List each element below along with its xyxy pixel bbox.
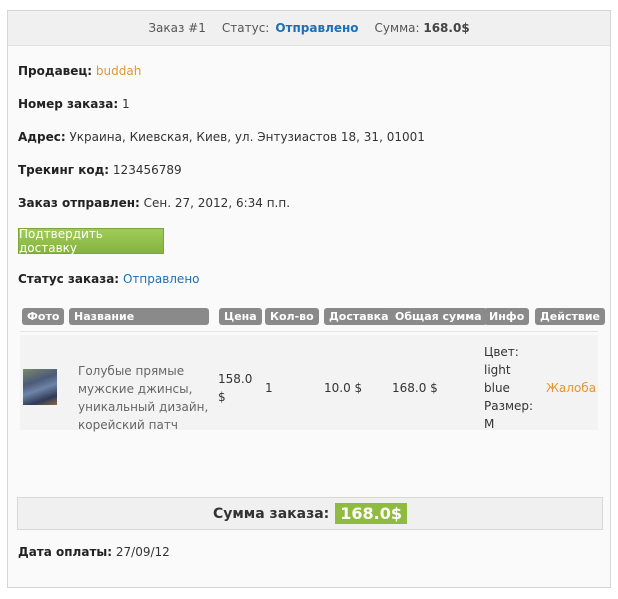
order-number-row: Номер заказа: 1 bbox=[18, 97, 130, 111]
order-status-value: Отправлено bbox=[122, 272, 200, 286]
payment-value: 27/09/12 bbox=[115, 545, 170, 559]
order-status-row: Статус заказа: Отправлено bbox=[18, 272, 200, 286]
product-delivery: 10.0 $ bbox=[324, 381, 363, 395]
col-total: Общая сумма bbox=[390, 308, 487, 325]
address-value: Украина, Киевская, Киев, ул. Энтузиастов… bbox=[69, 130, 425, 144]
order-sum-value: 168.0$ bbox=[335, 503, 408, 524]
sent-value: Сен. 27, 2012, 6:34 п.п. bbox=[143, 196, 291, 210]
status-value: Отправлено bbox=[275, 21, 359, 35]
product-total: 168.0 $ bbox=[392, 381, 438, 395]
order-header: Заказ #1 Статус: Отправлено Сумма: 168.0… bbox=[8, 11, 610, 46]
col-qty: Кол-во bbox=[265, 308, 319, 325]
col-info: Инфо bbox=[484, 308, 530, 325]
tracking-row: Трекинг код: 123456789 bbox=[18, 163, 182, 177]
order-sum-bar: Сумма заказа: 168.0$ bbox=[17, 497, 603, 530]
address-row: Адрес: Украина, Киевская, Киев, ул. Энту… bbox=[18, 130, 425, 144]
col-price: Цена bbox=[219, 308, 262, 325]
sum-value: 168.0$ bbox=[423, 21, 470, 35]
col-action: Действие bbox=[535, 308, 605, 325]
product-qty: 1 bbox=[265, 381, 273, 395]
complaint-link[interactable]: Жалоба bbox=[546, 379, 596, 397]
order-panel: Заказ #1 Статус: Отправлено Сумма: 168.0… bbox=[7, 10, 611, 588]
seller-link[interactable]: buddah bbox=[96, 64, 141, 78]
payment-row: Дата оплаты: 27/09/12 bbox=[18, 545, 170, 559]
product-name[interactable]: Голубые прямые мужские джинсы, уникальны… bbox=[78, 362, 220, 434]
col-name: Название bbox=[69, 308, 209, 325]
confirm-delivery-button[interactable]: Подтвердить доставку bbox=[18, 227, 164, 255]
sent-row: Заказ отправлен: Сен. 27, 2012, 6:34 п.п… bbox=[18, 196, 290, 210]
table-divider bbox=[20, 331, 598, 332]
product-photo[interactable] bbox=[23, 369, 57, 405]
col-photo: Фото bbox=[22, 308, 65, 325]
payment-label: Дата оплаты: bbox=[18, 545, 113, 559]
col-delivery: Доставка bbox=[324, 308, 394, 325]
sum-label: Сумма: bbox=[374, 21, 420, 35]
seller-label: Продавец: bbox=[18, 64, 93, 78]
sent-label: Заказ отправлен: bbox=[18, 196, 140, 210]
tracking-label: Трекинг код: bbox=[18, 163, 110, 177]
order-status-label: Статус заказа: bbox=[18, 272, 120, 286]
table-row: Голубые прямые мужские джинсы, уникальны… bbox=[20, 335, 598, 432]
status-label: Статус: bbox=[221, 21, 270, 35]
order-number: Заказ #1 bbox=[148, 21, 206, 35]
order-number-value: 1 bbox=[122, 97, 130, 111]
product-info: Цвет: light blue Размер: M bbox=[484, 345, 534, 431]
seller-row: Продавец: buddah bbox=[18, 64, 141, 78]
address-label: Адрес: bbox=[18, 130, 66, 144]
product-price: 158.0 $ bbox=[218, 372, 253, 404]
tracking-value: 123456789 bbox=[112, 163, 182, 177]
order-number-label: Номер заказа: bbox=[18, 97, 119, 111]
order-sum-label: Сумма заказа: bbox=[212, 505, 330, 522]
